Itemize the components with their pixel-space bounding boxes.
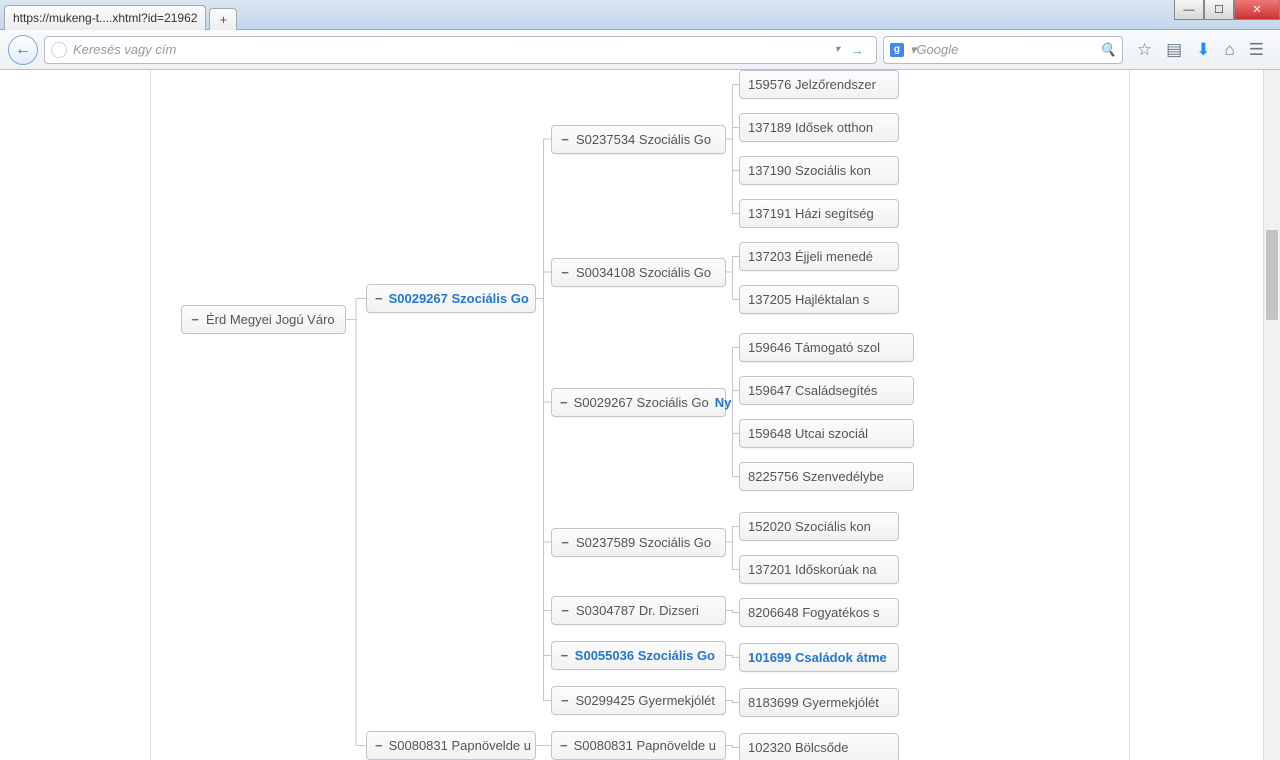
collapse-icon[interactable]: − <box>560 693 570 708</box>
tree-node-label: S0034108 Szociális Go <box>576 265 711 280</box>
globe-icon <box>51 42 67 58</box>
collapse-icon[interactable]: − <box>375 291 383 306</box>
menu-icon[interactable]: ☰ <box>1249 40 1264 60</box>
tree-node[interactable]: 159647 Családsegítés <box>739 376 914 405</box>
tree-node[interactable]: 137189 Idősek otthon <box>739 113 899 142</box>
collapse-icon[interactable]: − <box>560 535 570 550</box>
tree-node-label: S0080831 Papnövelde u <box>574 738 716 753</box>
search-input[interactable]: g ▾ Google 🔍 <box>883 36 1123 64</box>
tree-node-label: 137189 Idősek otthon <box>748 120 873 135</box>
collapse-icon[interactable]: − <box>560 395 568 410</box>
tree-node-label: 137203 Éjjeli menedé <box>748 249 873 264</box>
tree-node-label: S0080831 Papnövelde u <box>389 738 531 753</box>
chevron-down-icon[interactable]: ▾ <box>831 44 844 55</box>
page-content: 159576 Jelzőrendszer 137189 Idősek otthon… <box>150 70 1130 760</box>
tree-node-label: S0237589 Szociális Go <box>576 535 711 550</box>
tree-node-label: S0055036 Szociális Go <box>575 648 715 663</box>
tree-node[interactable]: −S0080831 Papnövelde u <box>551 731 726 760</box>
tab-strip: https://mukeng-t....xhtml?id=21962 + <box>0 0 1280 30</box>
tree-node[interactable]: 8183699 Gyermekjólét <box>739 688 899 717</box>
tree-node-label: 101699 Családok átme <box>748 650 887 665</box>
collapse-icon[interactable]: − <box>560 738 568 753</box>
tree-node-label: S0029267 Szociális Go <box>389 291 529 306</box>
tree-node[interactable]: 137205 Hajléktalan s <box>739 285 899 314</box>
collapse-icon[interactable]: − <box>560 265 570 280</box>
tree-node[interactable]: 8225756 Szenvedélybe <box>739 462 914 491</box>
tree-node-label: 8183699 Gyermekjólét <box>748 695 879 710</box>
tree-node[interactable]: 137191 Házi segítség <box>739 199 899 228</box>
google-icon: g <box>890 43 904 57</box>
url-placeholder: Keresés vagy cím <box>73 42 176 57</box>
arrow-left-icon: ← <box>15 41 31 59</box>
tree-node[interactable]: 137190 Szociális kon <box>739 156 899 185</box>
tree-node[interactable]: −S0237534 Szociális Go <box>551 125 726 154</box>
home-icon[interactable]: ⌂ <box>1224 40 1234 60</box>
tree-node-label: 137201 Időskorúak na <box>748 562 877 577</box>
collapse-icon[interactable]: − <box>560 648 569 663</box>
tree-node[interactable]: −S0304787 Dr. Dizseri <box>551 596 726 625</box>
tree-node-label: Érd Megyei Jogú Váro <box>206 312 335 327</box>
window-minimize-button[interactable]: — <box>1174 0 1204 20</box>
search-icon[interactable]: 🔍 <box>1100 42 1116 58</box>
tree-node[interactable]: 137203 Éjjeli menedé <box>739 242 899 271</box>
tree-node[interactable]: 159646 Támogató szol <box>739 333 914 362</box>
tree-node-label: 137190 Szociális kon <box>748 163 871 178</box>
tree-node-label: S0029267 Szociális Go <box>574 395 709 410</box>
tree-node[interactable]: −S0299425 Gyermekjólét <box>551 686 726 715</box>
go-arrow-icon[interactable]: → <box>844 42 870 58</box>
tree-node-label: 102320 Bölcsőde <box>748 740 848 755</box>
nav-bar: ← Keresés vagy cím ▾ → g ▾ Google 🔍 ☆ ▤ … <box>0 30 1280 70</box>
tree-node-label: 137205 Hajléktalan s <box>748 292 869 307</box>
tree-canvas: 159576 Jelzőrendszer 137189 Idősek otthon… <box>181 70 1099 760</box>
tree-node[interactable]: −S0034108 Szociális Go <box>551 258 726 287</box>
tree-node[interactable]: −S0029267 Szociális Go <box>366 284 536 313</box>
tree-node[interactable]: 159576 Jelzőrendszer <box>739 70 899 99</box>
window-close-button[interactable]: ✕ <box>1234 0 1280 20</box>
tree-node[interactable]: 137201 Időskorúak na <box>739 555 899 584</box>
search-placeholder: Google <box>916 42 958 57</box>
url-input[interactable]: Keresés vagy cím ▾ → <box>44 36 877 64</box>
tree-node[interactable]: 152020 Szociális kon <box>739 512 899 541</box>
tree-node-label: 159647 Családsegítés <box>748 383 877 398</box>
vertical-scrollbar[interactable] <box>1263 70 1280 760</box>
tree-node[interactable]: 102320 Bölcsőde <box>739 733 899 760</box>
tree-node-label: 159646 Támogató szol <box>748 340 880 355</box>
tree-node-label: S0304787 Dr. Dizseri <box>576 603 699 618</box>
collapse-icon[interactable]: − <box>560 132 570 147</box>
tree-node-label: 152020 Szociális kon <box>748 519 871 534</box>
tree-node-suffix: Ny <box>715 395 732 410</box>
page-viewport: 159576 Jelzőrendszer 137189 Idősek otthon… <box>0 70 1280 760</box>
reading-list-icon[interactable]: ▤ <box>1166 40 1182 60</box>
collapse-icon[interactable]: − <box>560 603 570 618</box>
new-tab-button[interactable]: + <box>209 8 237 30</box>
collapse-icon[interactable]: − <box>375 738 383 753</box>
tree-node-label: 137191 Házi segítség <box>748 206 874 221</box>
tree-node[interactable]: −S0029267 Szociális Go Ny <box>551 388 726 417</box>
tree-node[interactable]: −S0080831 Papnövelde u <box>366 731 536 760</box>
browser-tab[interactable]: https://mukeng-t....xhtml?id=21962 <box>4 5 206 30</box>
bookmark-star-icon[interactable]: ☆ <box>1137 40 1152 60</box>
downloads-icon[interactable]: ⬇ <box>1196 40 1210 60</box>
collapse-icon[interactable]: − <box>190 312 200 327</box>
scrollbar-thumb[interactable] <box>1266 230 1278 320</box>
tree-node[interactable]: 101699 Családok átme <box>739 643 899 672</box>
tree-node-label: S0237534 Szociális Go <box>576 132 711 147</box>
tree-node[interactable]: −S0237589 Szociális Go <box>551 528 726 557</box>
tree-node[interactable]: −S0055036 Szociális Go <box>551 641 726 670</box>
window-maximize-button[interactable]: ☐ <box>1204 0 1234 20</box>
tree-node[interactable]: 159648 Utcai szociál <box>739 419 914 448</box>
window-controls: — ☐ ✕ <box>1174 0 1280 20</box>
tree-node-label: 159576 Jelzőrendszer <box>748 77 876 92</box>
tree-node[interactable]: −Érd Megyei Jogú Váro <box>181 305 346 334</box>
tree-node-label: 8225756 Szenvedélybe <box>748 469 884 484</box>
tab-title: https://mukeng-t....xhtml?id=21962 <box>13 11 197 25</box>
tree-node-label: S0299425 Gyermekjólét <box>576 693 715 708</box>
tree-node-label: 8206648 Fogyatékos s <box>748 605 880 620</box>
tree-node-label: 159648 Utcai szociál <box>748 426 868 441</box>
tree-node[interactable]: 8206648 Fogyatékos s <box>739 598 899 627</box>
toolbar-icons: ☆ ▤ ⬇ ⌂ ☰ <box>1129 40 1272 60</box>
back-button[interactable]: ← <box>8 35 38 65</box>
